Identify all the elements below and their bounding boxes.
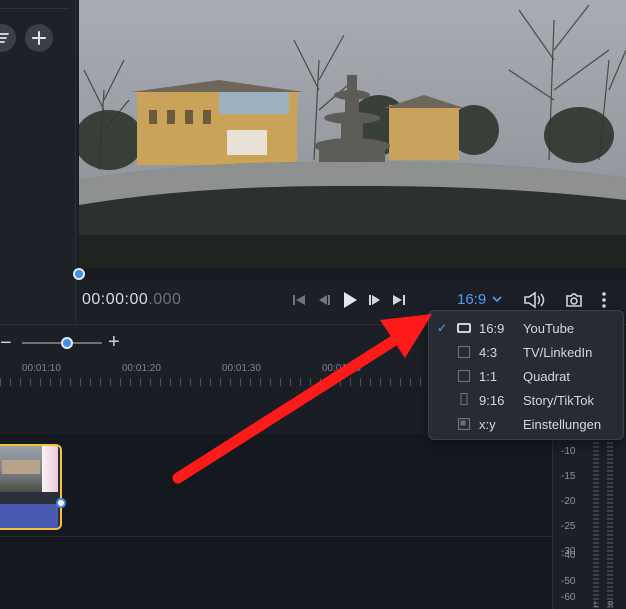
zoom-out-button[interactable]: −	[0, 332, 12, 355]
db-label: -20	[561, 496, 576, 507]
aspect-option-name: Einstellungen	[523, 416, 602, 432]
check-icon: ✓	[437, 321, 448, 335]
aspect-ratio-menu: ✓ 16:9 YouTube 4:3 TV/LinkedIn 1:1 Quadr…	[428, 310, 624, 440]
preview-scrubber[interactable]	[73, 268, 626, 280]
db-label: -10	[561, 446, 576, 457]
zoom-slider-handle[interactable]	[61, 337, 73, 349]
zoom-in-button[interactable]: +	[108, 331, 120, 354]
scrubber-handle[interactable]	[73, 268, 85, 280]
timecode: 00:00:00.000	[82, 291, 181, 309]
aspect-option-name: Story/TikTok	[523, 392, 595, 408]
square-icon	[457, 346, 471, 358]
clip-thumbnail	[0, 446, 58, 492]
ruler-label: 00:01:10	[22, 363, 61, 374]
db-label: -60	[561, 592, 576, 603]
meter-bar-right	[607, 438, 613, 608]
volume-button[interactable]	[522, 290, 546, 310]
db-label: -40	[561, 550, 576, 561]
aspect-option-1-1[interactable]: 1:1 Quadrat	[429, 364, 623, 388]
skip-start-button[interactable]	[291, 290, 307, 310]
clip-thumb-building	[2, 460, 40, 474]
aspect-option-9-16[interactable]: 9:16 Story/TikTok	[429, 388, 623, 412]
play-icon	[344, 292, 357, 308]
more-options-button[interactable]	[598, 290, 610, 310]
video-editor-window: 00:00:00.000 16:9 − + 00:01:10 00:01:20 …	[0, 0, 626, 609]
portrait-icon	[460, 393, 468, 405]
aspect-option-ratio: 16:9	[479, 320, 505, 336]
play-button[interactable]	[340, 290, 360, 310]
aspect-option-custom[interactable]: x:y Einstellungen	[429, 412, 623, 436]
aspect-option-ratio: 1:1	[479, 368, 498, 384]
ruler-label: 00:01:40	[322, 363, 361, 374]
aspect-option-ratio: x:y	[479, 416, 496, 432]
track-divider	[0, 536, 552, 537]
meter-bar-left	[593, 438, 599, 608]
square-icon	[457, 370, 471, 382]
video-clip[interactable]	[0, 444, 62, 530]
aspect-option-4-3[interactable]: 4:3 TV/LinkedIn	[429, 340, 623, 364]
video-preview[interactable]	[79, 0, 626, 268]
volume-icon	[524, 291, 545, 309]
step-back-icon	[319, 295, 330, 305]
more-icon	[602, 292, 606, 308]
step-forward-icon	[369, 295, 380, 305]
skip-end-button[interactable]	[391, 290, 407, 310]
db-label: -15	[561, 471, 576, 482]
ruler-label: 00:01:30	[222, 363, 261, 374]
custom-ratio-icon	[457, 418, 471, 430]
clip-audio-track	[0, 504, 58, 528]
clip-volume-handle[interactable]	[56, 498, 66, 508]
channel-label: R	[608, 600, 614, 609]
aspect-option-name: YouTube	[523, 320, 575, 336]
filter-button[interactable]	[0, 24, 16, 52]
panel-divider	[0, 8, 70, 9]
filter-icon	[0, 33, 9, 43]
aspect-option-ratio: 4:3	[479, 344, 498, 360]
clip-thumb-transition	[42, 446, 58, 492]
timecode-main: 00:00:00	[82, 291, 149, 308]
media-panel	[0, 0, 76, 323]
aspect-ratio-dropdown[interactable]: 16:9	[457, 291, 502, 308]
aspect-option-16-9[interactable]: ✓ 16:9 YouTube	[429, 316, 623, 340]
step-forward-button[interactable]	[367, 290, 383, 310]
add-button[interactable]	[25, 24, 53, 52]
aspect-ratio-label: 16:9	[457, 291, 487, 308]
ruler-label: 00:01:20	[122, 363, 161, 374]
db-label: -25	[561, 521, 576, 532]
db-label: -50	[561, 576, 576, 587]
aspect-option-name: TV/LinkedIn	[523, 344, 593, 360]
step-back-button[interactable]	[316, 290, 332, 310]
channel-label: L	[594, 600, 599, 609]
timecode-ms: .000	[148, 291, 182, 308]
chevron-down-icon	[492, 296, 502, 303]
snapshot-button[interactable]	[563, 290, 585, 310]
preview-frame	[79, 0, 626, 268]
camera-icon	[566, 293, 582, 307]
skip-start-icon	[293, 295, 305, 305]
aspect-option-name: Quadrat	[523, 368, 570, 384]
skip-end-icon	[393, 295, 405, 305]
plus-icon	[32, 31, 46, 45]
landscape-icon	[457, 323, 471, 333]
aspect-option-ratio: 9:16	[479, 392, 505, 408]
